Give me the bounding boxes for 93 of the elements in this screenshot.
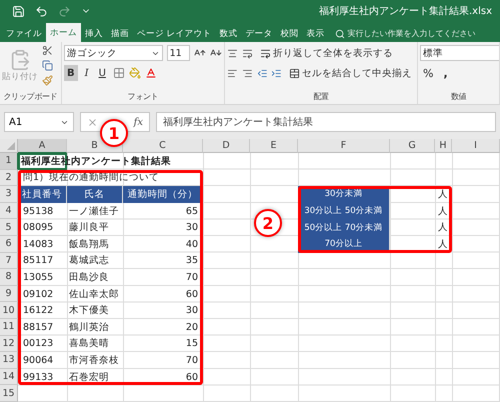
window-title: 福利厚生社内アンケート集計結果.xlsx — [318, 4, 492, 18]
wrap-text-button[interactable]: 折り返して全体を表示する — [257, 45, 396, 61]
percent-button[interactable]: % — [420, 65, 436, 81]
table-cell-text: 佐山幸太郎 — [68, 288, 120, 302]
italic-button[interactable]: I — [82, 65, 92, 81]
table-cell-text: 木下優美 — [68, 304, 110, 318]
row-header[interactable]: 4 — [0, 202, 18, 220]
ribbon-tab[interactable]: ホーム — [46, 23, 81, 42]
underline-button[interactable]: U — [96, 65, 109, 81]
ribbon-tab[interactable]: 描画 — [107, 25, 133, 42]
column-header[interactable]: H — [435, 139, 452, 153]
unit-label: 人 — [437, 238, 449, 252]
comma-button[interactable]: , — [440, 65, 451, 81]
row-header[interactable]: 13 — [0, 352, 18, 369]
table-cell-text: 14083 — [22, 238, 54, 252]
row-header[interactable]: 11 — [0, 318, 18, 336]
range-label: 30分以上 50分未満 — [298, 202, 390, 220]
merge-center-button[interactable]: セルを結合して中央揃え — [286, 65, 415, 81]
group-label: 配置 — [312, 91, 330, 103]
ribbon-tab[interactable]: ファイル — [2, 25, 46, 42]
table-header: 社員番号 — [18, 186, 67, 203]
name-box[interactable]: A1 — [4, 112, 74, 132]
ribbon-tab[interactable]: 挿入 — [81, 25, 107, 42]
table-cell-text: 13055 — [22, 270, 54, 285]
column-header[interactable]: C — [123, 139, 203, 153]
number-format-field[interactable]: 標準 — [420, 45, 499, 61]
group-label: クリップボード — [2, 91, 58, 103]
table-cell-text: 一ノ瀬佳子 — [68, 204, 120, 219]
table-cell-text: 60 — [184, 370, 199, 385]
unit-label: 人 — [437, 188, 449, 202]
row-header[interactable]: 7 — [0, 252, 18, 270]
column-header[interactable]: I — [452, 139, 500, 153]
table-cell-text: 喜島美晴 — [68, 337, 110, 352]
column-header[interactable]: A — [18, 139, 67, 153]
table-cell-text: 00123 — [22, 337, 54, 352]
table-cell-text: 16122 — [22, 304, 54, 318]
table-header: 通勤時間（分） — [123, 186, 203, 203]
table-cell-text: 20 — [184, 320, 199, 335]
table-cell-text: 鶴川英治 — [68, 320, 110, 335]
table-cell-text: 65 — [184, 204, 199, 219]
font-size-field[interactable]: 11 — [166, 45, 190, 61]
row-header[interactable]: 5 — [0, 219, 18, 236]
table-cell-text: 石巻宏明 — [68, 370, 110, 385]
column-header[interactable]: G — [390, 139, 435, 153]
table-cell-text: 08095 — [22, 221, 54, 236]
table-cell-text: 30 — [184, 304, 199, 318]
table-cell-text: 90064 — [22, 354, 54, 368]
row-header[interactable]: 15 — [0, 385, 18, 402]
formula-field[interactable]: 福利厚生社内アンケート集計結果 — [156, 112, 496, 132]
table-cell-text: 葛城武志 — [68, 254, 110, 268]
range-label: 50分以上 70分未満 — [298, 219, 390, 236]
column-header[interactable]: F — [298, 139, 390, 153]
table-cell-text: 40 — [184, 238, 199, 252]
table-cell-text: 88157 — [22, 320, 54, 335]
table-cell-text: 市河香奈枝 — [68, 354, 120, 368]
table-cell-text: 飯島翔馬 — [68, 238, 110, 252]
row-header[interactable]: 2 — [0, 170, 18, 186]
row-header[interactable]: 12 — [0, 336, 18, 352]
table-cell-text: 田島沙良 — [68, 270, 110, 285]
row-header[interactable]: 14 — [0, 368, 18, 386]
group-label: フォント — [126, 91, 160, 103]
row-header[interactable]: 1 — [0, 153, 18, 170]
table-cell-text: 15 — [184, 337, 199, 352]
column-header[interactable]: E — [250, 139, 298, 153]
font-name-field[interactable]: 游ゴシック — [64, 45, 163, 61]
table-cell-text: 85117 — [22, 254, 54, 268]
column-header[interactable]: D — [203, 139, 250, 153]
row-header[interactable]: 3 — [0, 186, 18, 203]
group-label: 数値 — [450, 91, 468, 103]
row-header[interactable]: 9 — [0, 286, 18, 302]
table-cell-text: 70 — [184, 270, 199, 285]
ribbon-tab[interactable]: 表示 — [302, 25, 329, 42]
row-header[interactable]: 6 — [0, 236, 18, 253]
table-cell-text: 藤川良平 — [68, 221, 110, 236]
table-cell-text: 70 — [184, 354, 199, 368]
ribbon-tab[interactable]: 数式 — [216, 25, 242, 42]
ribbon-tab[interactable]: ページ レイアウト — [133, 25, 216, 42]
unit-label: 人 — [437, 221, 449, 236]
unit-label: 人 — [437, 204, 449, 219]
table-header: 氏名 — [67, 186, 123, 203]
table-cell-text: 95138 — [22, 204, 54, 219]
tell-me-search[interactable]: 実行したい作業を入力してください — [334, 25, 476, 42]
ribbon-tab[interactable]: 校閲 — [276, 25, 303, 42]
table-cell-text: 09102 — [22, 288, 54, 302]
table-cell-text: 60 — [184, 288, 199, 302]
ribbon-tab[interactable]: データ — [242, 25, 277, 42]
table-cell-text: 30 — [184, 221, 199, 236]
row-header[interactable]: 10 — [0, 302, 18, 319]
insert-function-button[interactable]: fx — [134, 116, 143, 128]
table-cell-text: 99133 — [22, 370, 54, 385]
bold-button[interactable]: B — [64, 65, 78, 81]
row-header[interactable]: 8 — [0, 269, 18, 286]
table-cell-text: 35 — [184, 254, 199, 268]
